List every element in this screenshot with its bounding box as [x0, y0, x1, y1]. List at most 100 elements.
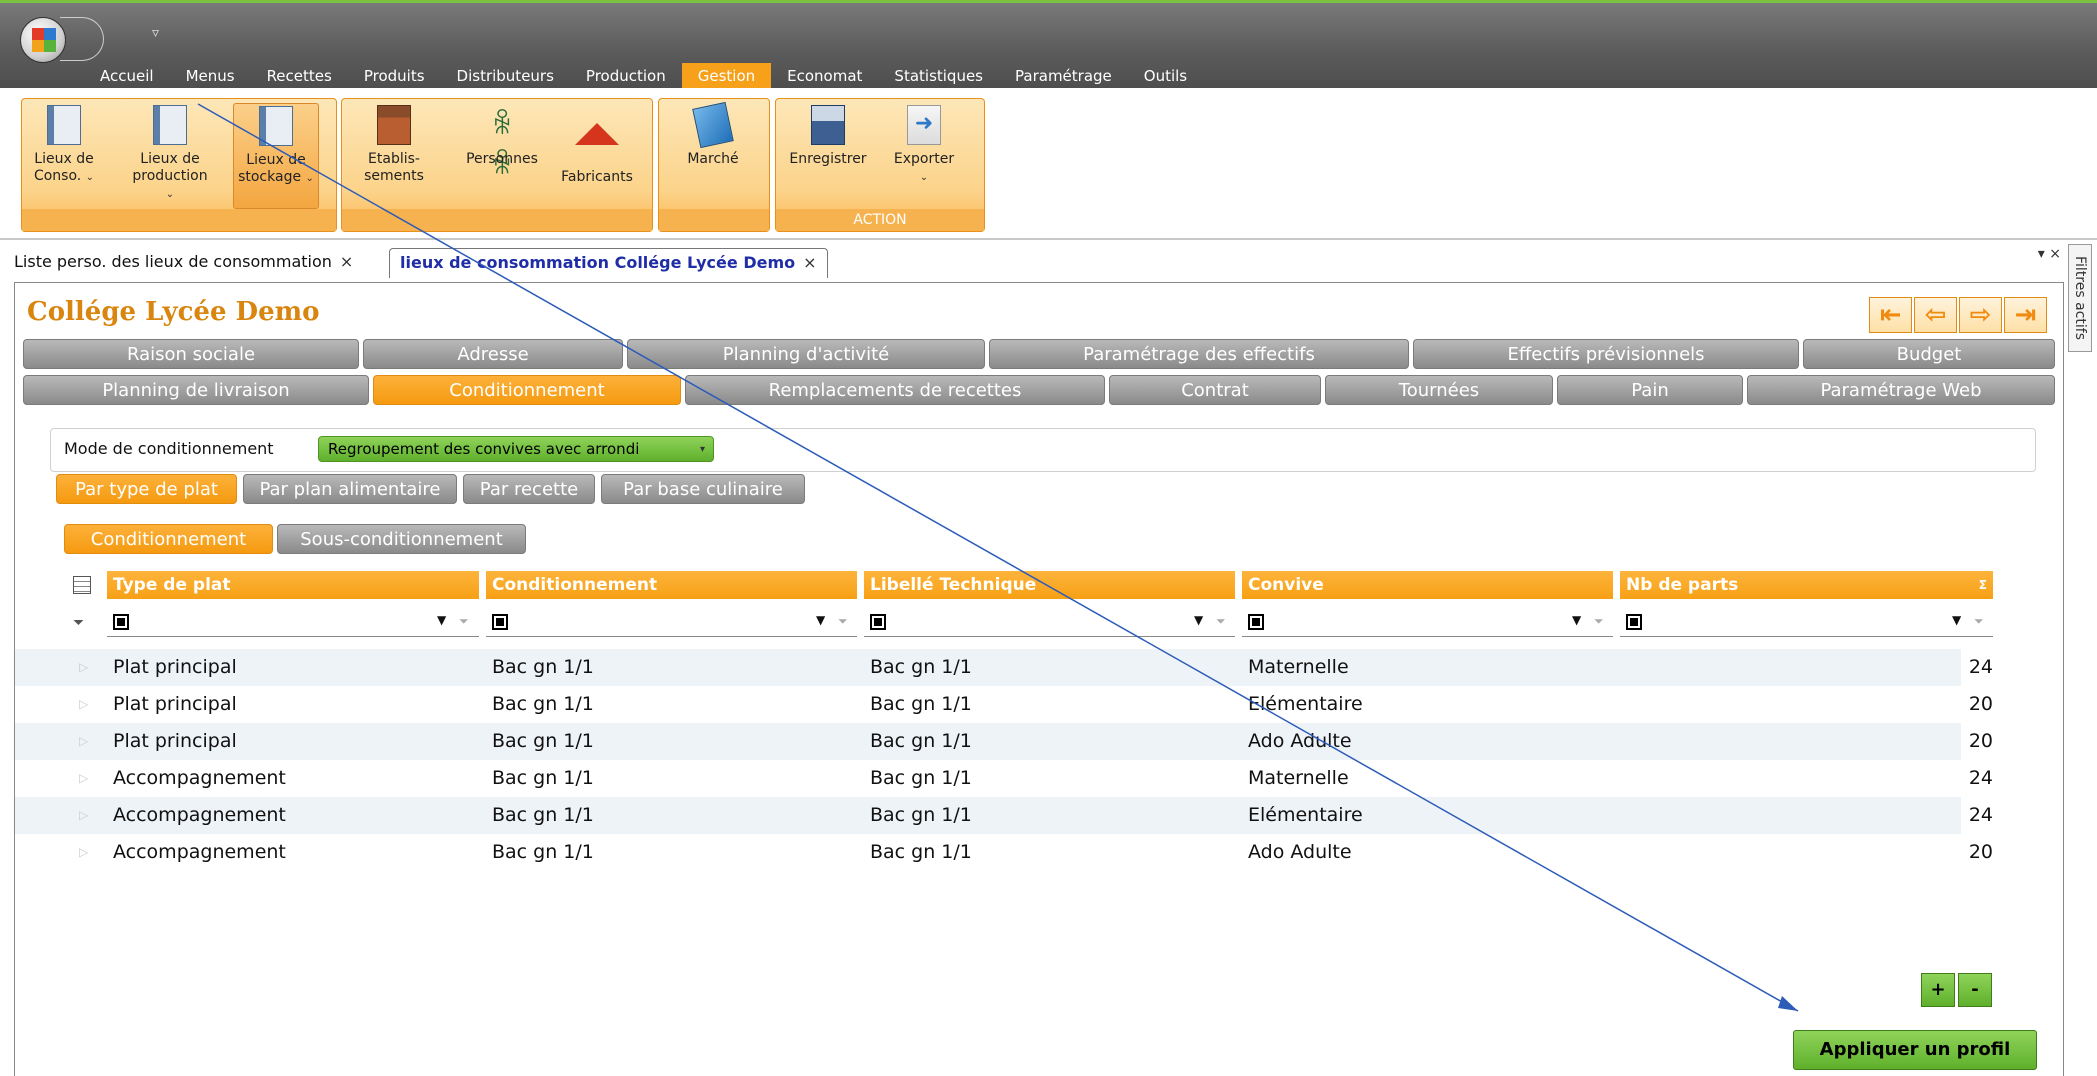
- close-icon[interactable]: ×: [340, 252, 353, 271]
- table-cell[interactable]: Bac gn 1/1: [870, 649, 972, 686]
- filtres-actifs-tab[interactable]: Filtres actifs: [2068, 244, 2092, 352]
- tab-parametrage-web[interactable]: Paramétrage Web: [1747, 375, 2055, 405]
- column-header-conditionnement[interactable]: Conditionnement: [486, 571, 857, 599]
- table-cell[interactable]: Plat principal: [113, 723, 237, 760]
- tab-raison-sociale[interactable]: Raison sociale: [23, 339, 359, 369]
- menu-statistiques[interactable]: Statistiques: [878, 63, 999, 89]
- pane-controls[interactable]: ▾ ×: [2038, 246, 2061, 262]
- table-cell[interactable]: Bac gn 1/1: [870, 723, 972, 760]
- last-icon[interactable]: ⇥: [2004, 297, 2047, 333]
- filter-operator-icon[interactable]: [492, 614, 508, 630]
- table-row[interactable]: ▷ Accompagnement Bac gn 1/1 Bac gn 1/1 Mater…: [15, 760, 1993, 797]
- filter-operator-icon[interactable]: [1626, 614, 1642, 630]
- clear-filter-icon[interactable]: ⏷: [1974, 614, 1984, 629]
- filter-operator-icon[interactable]: [113, 614, 129, 630]
- filter-type-de-plat[interactable]: ▼ ⏷: [107, 609, 479, 637]
- table-row[interactable]: ▷ Plat principal Bac gn 1/1 Bac gn 1/1 Eléme…: [15, 686, 1993, 723]
- chevron-down-icon[interactable]: ▼: [437, 613, 446, 627]
- table-cell[interactable]: Bac gn 1/1: [492, 686, 594, 723]
- table-cell[interactable]: Maternelle: [1248, 760, 1349, 797]
- clear-filter-icon[interactable]: ⏷: [838, 614, 848, 629]
- tab-lieux-consommation[interactable]: lieux de consommation Collége Lycée Demo…: [389, 248, 828, 278]
- tab-parametrage-effectifs[interactable]: Paramétrage des effectifs: [989, 339, 1409, 369]
- remove-row-button[interactable]: -: [1958, 973, 1992, 1007]
- menu-production[interactable]: Production: [570, 63, 682, 89]
- table-row[interactable]: ▷ Plat principal Bac gn 1/1 Bac gn 1/1 Mater…: [15, 649, 1993, 686]
- table-cell[interactable]: Accompagnement: [113, 834, 286, 871]
- table-cell[interactable]: Bac gn 1/1: [870, 760, 972, 797]
- table-cell-nb-parts[interactable]: 24: [1620, 797, 1993, 834]
- tab-planning-activite[interactable]: Planning d'activité: [627, 339, 985, 369]
- table-cell-nb-parts[interactable]: 24: [1620, 760, 1993, 797]
- tab-pain[interactable]: Pain: [1557, 375, 1743, 405]
- subtab-par-base-culinaire[interactable]: Par base culinaire: [601, 474, 805, 504]
- tab-contrat[interactable]: Contrat: [1109, 375, 1321, 405]
- table-cell[interactable]: Elémentaire: [1248, 686, 1363, 723]
- menu-distributeurs[interactable]: Distributeurs: [441, 63, 570, 89]
- filter-operator-icon[interactable]: [870, 614, 886, 630]
- chevron-down-icon[interactable]: ▼: [1194, 613, 1203, 627]
- menu-parametrage[interactable]: Paramétrage: [999, 63, 1128, 89]
- table-cell[interactable]: Plat principal: [113, 686, 237, 723]
- table-cell[interactable]: Bac gn 1/1: [492, 834, 594, 871]
- chevron-down-icon[interactable]: ▼: [1952, 613, 1961, 627]
- sum-icon[interactable]: Σ: [1979, 571, 1987, 599]
- mode-conditionnement-select[interactable]: Regroupement des convives avec arrondi ▾: [318, 436, 714, 462]
- lieux-production-button[interactable]: Lieux de production ⌄: [132, 103, 208, 203]
- menu-produits[interactable]: Produits: [348, 63, 441, 89]
- column-chooser-icon[interactable]: [73, 576, 91, 594]
- etablissements-button[interactable]: Etablis-sements: [356, 103, 432, 185]
- clear-filter-icon[interactable]: ⏷: [1216, 614, 1226, 629]
- tab-budget[interactable]: Budget: [1803, 339, 2055, 369]
- table-cell[interactable]: Bac gn 1/1: [492, 723, 594, 760]
- tab-liste-perso[interactable]: Liste perso. des lieux de consommation ×: [4, 248, 363, 278]
- table-cell[interactable]: Elémentaire: [1248, 797, 1363, 834]
- personnes-button[interactable]: ꆜꆜ Personnes: [460, 103, 544, 181]
- table-row[interactable]: ▷ Accompagnement Bac gn 1/1 Bac gn 1/1 Eléme…: [15, 797, 1993, 834]
- chevron-down-icon[interactable]: ▼: [1572, 613, 1581, 627]
- menu-recettes[interactable]: Recettes: [251, 63, 348, 89]
- table-cell[interactable]: Bac gn 1/1: [870, 797, 972, 834]
- table-cell[interactable]: Accompagnement: [113, 797, 286, 834]
- clear-filter-icon[interactable]: ⏷: [1594, 614, 1604, 629]
- filter-conditionnement[interactable]: ▼ ⏷: [486, 609, 857, 637]
- table-cell[interactable]: Ado Adulte: [1248, 834, 1352, 871]
- tab-planning-livraison[interactable]: Planning de livraison: [23, 375, 369, 405]
- table-cell-nb-parts[interactable]: 20: [1620, 834, 1993, 871]
- table-cell[interactable]: Bac gn 1/1: [870, 834, 972, 871]
- menu-gestion[interactable]: Gestion: [681, 63, 772, 89]
- first-icon[interactable]: ⇤: [1869, 297, 1912, 333]
- chevron-down-icon[interactable]: ▼: [816, 613, 825, 627]
- column-header-nb-de-parts[interactable]: Nb de parts Σ: [1620, 571, 1993, 599]
- tab-effectifs-previsionnels[interactable]: Effectifs prévisionnels: [1413, 339, 1799, 369]
- table-cell[interactable]: Accompagnement: [113, 760, 286, 797]
- table-cell[interactable]: Bac gn 1/1: [492, 797, 594, 834]
- quick-access-dropdown-icon[interactable]: ▿: [152, 25, 159, 41]
- close-icon[interactable]: ×: [803, 253, 816, 272]
- table-cell-nb-parts[interactable]: 20: [1620, 723, 1993, 760]
- enregistrer-button[interactable]: Enregistrer: [780, 103, 876, 168]
- filter-icon[interactable]: ⏷: [73, 615, 84, 631]
- add-row-button[interactable]: +: [1921, 973, 1955, 1007]
- subtab-sous-conditionnement[interactable]: Sous-conditionnement: [277, 524, 526, 554]
- subtab-par-plan-alimentaire[interactable]: Par plan alimentaire: [243, 474, 457, 504]
- table-cell-nb-parts[interactable]: 20: [1620, 686, 1993, 723]
- clear-filter-icon[interactable]: ⏷: [459, 614, 469, 629]
- menu-menus[interactable]: Menus: [170, 63, 251, 89]
- column-header-libelle-technique[interactable]: Libellé Technique: [864, 571, 1235, 599]
- tab-remplacements-recettes[interactable]: Remplacements de recettes: [685, 375, 1105, 405]
- subtab-par-recette[interactable]: Par recette: [463, 474, 595, 504]
- table-cell[interactable]: Bac gn 1/1: [492, 760, 594, 797]
- table-cell[interactable]: Plat principal: [113, 649, 237, 686]
- filter-operator-icon[interactable]: [1248, 614, 1264, 630]
- table-cell[interactable]: Bac gn 1/1: [492, 649, 594, 686]
- menu-outils[interactable]: Outils: [1128, 63, 1203, 89]
- column-header-type-de-plat[interactable]: Type de plat: [107, 571, 479, 599]
- filter-nb-de-parts[interactable]: ▼ ⏷: [1620, 609, 1993, 637]
- previous-icon[interactable]: ⇦: [1914, 297, 1957, 333]
- tab-conditionnement[interactable]: Conditionnement: [373, 375, 681, 405]
- lieux-stockage-button[interactable]: Lieux de stockage ⌄: [233, 103, 319, 209]
- table-cell[interactable]: Ado Adulte: [1248, 723, 1352, 760]
- marche-button[interactable]: Marché: [675, 101, 751, 168]
- next-icon[interactable]: ⇨: [1959, 297, 2002, 333]
